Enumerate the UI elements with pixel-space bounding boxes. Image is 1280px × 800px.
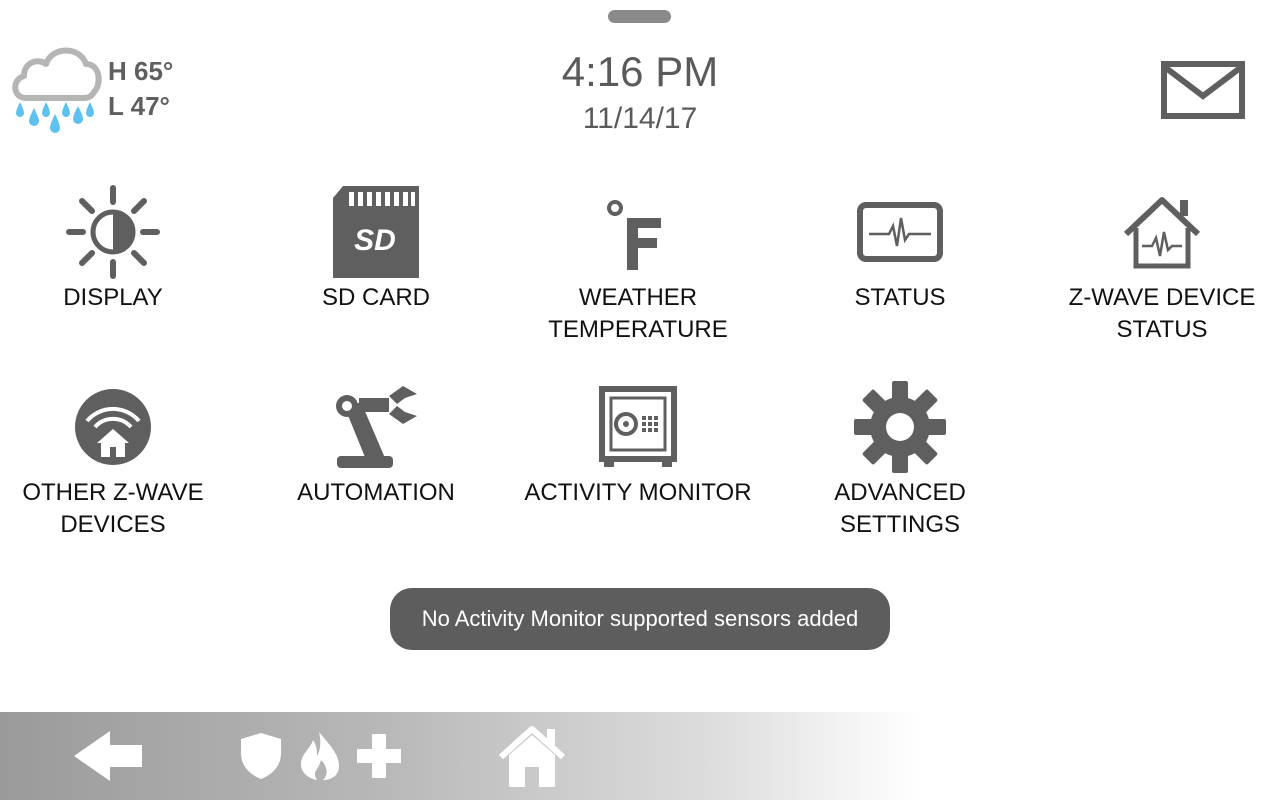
tile-label: ADVANCED SETTINGS [834,479,966,538]
weather-widget[interactable]: H 65° L 47° [8,40,198,140]
clock-date: 11/14/17 [582,102,698,135]
house-heartbeat-icon [1123,197,1201,269]
flame-icon [301,732,339,780]
tile-other-zwave-devices[interactable]: OTHER Z-WAVE DEVICES [0,377,244,541]
tile-label: DISPLAY [63,284,163,311]
home-button[interactable] [494,712,570,800]
medical-cross-icon [357,734,401,778]
low-temperature: L 47° [108,91,170,121]
tile-zwave-device-status[interactable]: Z-WAVE DEVICE STATUS [1031,182,1280,346]
fire-panic-button[interactable] [295,712,345,800]
tile-weather-temperature[interactable]: WEATHER TEMPERATURE [507,182,769,346]
tile-automation[interactable]: AUTOMATION [245,377,507,509]
safe-icon [599,386,677,467]
rain-cloud-icon [12,47,102,133]
messages-button[interactable] [1160,60,1246,125]
svg-text:SD: SD [354,224,396,257]
medical-panic-button[interactable] [350,712,408,800]
wireless-home-icon [75,389,151,465]
tile-label: SD CARD [321,284,430,311]
toast-message: No Activity Monitor supported sensors ad… [390,588,890,650]
tile-label: WEATHER TEMPERATURE [548,284,728,343]
home-icon [498,726,566,787]
tile-label: Z-WAVE DEVICE STATUS [1068,284,1256,343]
tile-sd-card[interactable]: SD SD CARD [245,182,507,314]
bottom-bar [0,712,1280,800]
drawer-handle[interactable] [608,10,671,23]
gear-icon [854,381,946,473]
tile-display[interactable]: DISPLAY [0,182,244,314]
mail-icon [1161,61,1245,119]
clock-time: 4:16 PM [561,48,719,95]
tile-label: STATUS [854,284,946,311]
tile-label: ACTIVITY MONITOR [524,479,752,506]
tile-activity-monitor[interactable]: ACTIVITY MONITOR [507,377,769,509]
sd-card-icon: SD [333,186,419,278]
robot-arm-icon [336,386,417,468]
police-panic-button[interactable] [232,712,290,800]
tile-label: AUTOMATION [297,479,455,506]
high-temperature: H 65° [108,56,174,86]
back-button[interactable] [60,712,155,800]
tablet-heartbeat-icon [857,202,943,262]
brightness-icon [66,185,160,279]
back-arrow-icon [73,731,142,781]
shield-icon [241,733,281,779]
tile-label: OTHER Z-WAVE DEVICES [22,479,204,538]
fahrenheit-icon [607,200,661,270]
tile-status[interactable]: STATUS [769,182,1031,314]
tile-advanced-settings[interactable]: ADVANCED SETTINGS [769,377,1031,541]
